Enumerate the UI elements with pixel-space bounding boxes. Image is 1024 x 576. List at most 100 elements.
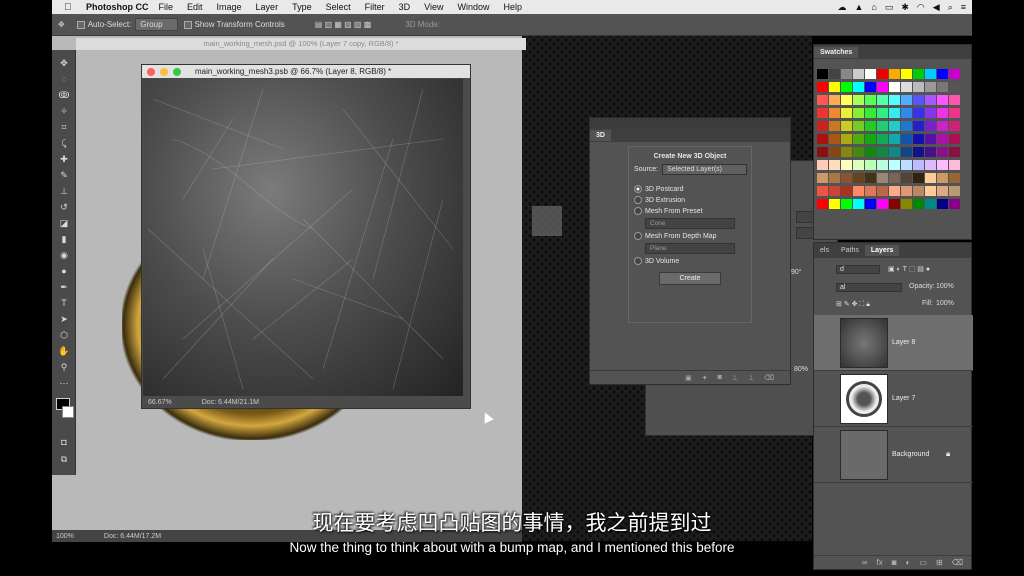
swatch[interactable] [913,82,924,92]
lasso-icon[interactable]: ↂ [56,88,72,102]
adjustment-icon[interactable]: ◐ [906,558,911,567]
swatch[interactable] [877,95,888,105]
swatch[interactable] [913,160,924,170]
swatch[interactable] [913,108,924,118]
swatch[interactable] [829,173,840,183]
swatch[interactable] [877,82,888,92]
swatch[interactable] [949,147,960,157]
blur-icon[interactable]: ◉ [56,248,72,262]
swatch[interactable] [949,199,960,209]
swatch[interactable] [925,69,936,79]
swatch[interactable] [841,199,852,209]
swatch[interactable] [841,134,852,144]
swatch[interactable] [949,121,960,131]
radio-3d-extrusion[interactable] [634,196,642,204]
type-icon[interactable]: T [56,296,72,310]
quick-mask-icon[interactable]: ◘ [56,435,72,449]
swatch[interactable] [901,173,912,183]
swatch[interactable] [853,147,864,157]
search-icon[interactable]: ⌕ [948,2,953,13]
tab-paths[interactable]: Paths [835,245,865,256]
swatch[interactable] [865,108,876,118]
layer-row-layer7[interactable]: Layer 7 [814,371,973,427]
option-mesh-from-preset[interactable]: Mesh From Preset [634,207,751,215]
swatch[interactable] [925,95,936,105]
swatch[interactable] [865,69,876,79]
swatch[interactable] [853,95,864,105]
export-icon[interactable]: ⊥ [748,374,754,382]
swatch[interactable] [937,108,948,118]
new-mesh-icon[interactable]: ▣ [685,374,692,382]
swatch[interactable] [937,121,948,131]
swatch[interactable] [817,121,828,131]
drive-icon[interactable]: ▲ [854,2,863,12]
history-brush-icon[interactable]: ↺ [56,200,72,214]
swatch[interactable] [913,186,924,196]
background-color-swatch[interactable] [62,406,74,418]
swatch[interactable] [841,69,852,79]
swatch[interactable] [913,173,924,183]
move-tool-icon[interactable]: ✥ [58,20,65,29]
angle-value[interactable]: 90° [791,269,802,276]
radio-3d-postcard[interactable] [634,185,642,193]
swatch[interactable] [889,95,900,105]
move-icon[interactable]: ✥ [56,56,72,70]
document-titlebar[interactable]: main_working_mesh3.psb @ 66.7% (Layer 8,… [142,65,470,78]
document-window[interactable]: main_working_mesh3.psb @ 66.7% (Layer 8,… [141,64,471,409]
swatch[interactable] [865,147,876,157]
swatch[interactable] [877,199,888,209]
stamp-icon[interactable]: ⊥ [56,184,72,198]
link-icon[interactable]: ∞ [862,558,868,567]
swatch[interactable] [865,134,876,144]
option-mesh-from-depth-map[interactable]: Mesh From Depth Map [634,232,751,240]
healing-icon[interactable]: ✚ [56,152,72,166]
swatch[interactable] [865,82,876,92]
swatch[interactable] [877,160,888,170]
swatch[interactable] [913,134,924,144]
swatch[interactable] [853,121,864,131]
minimize-window-icon[interactable] [160,67,168,76]
swatch[interactable] [841,186,852,196]
swatch[interactable] [913,199,924,209]
swatch[interactable] [853,199,864,209]
tab-swatches[interactable]: Swatches [814,46,859,58]
swatch[interactable] [853,82,864,92]
app-name-menu[interactable]: Photoshop CC [86,2,149,12]
menu-3d[interactable]: 3D [399,2,411,12]
swatch[interactable] [889,121,900,131]
swatch[interactable] [817,160,828,170]
swatch[interactable] [949,186,960,196]
layer-name[interactable]: Background [892,451,929,458]
kind-filter[interactable]: d [836,265,880,274]
layer-name[interactable]: Layer 7 [892,395,915,402]
3d-panel-header[interactable] [590,118,790,128]
swatch[interactable] [949,95,960,105]
swatch[interactable] [877,134,888,144]
bluetooth-icon[interactable]: ✱ [901,2,909,13]
eraser-icon[interactable]: ◪ [56,216,72,230]
create-button[interactable]: Create [659,272,721,285]
swatch[interactable] [829,199,840,209]
swatch[interactable] [889,134,900,144]
menu-filter[interactable]: Filter [365,2,385,12]
menu-layer[interactable]: Layer [256,2,279,12]
radio-3d-volume[interactable] [634,257,642,265]
swatch[interactable] [901,134,912,144]
brush-icon[interactable]: ✎ [56,168,72,182]
swatch[interactable] [817,186,828,196]
swatch[interactable] [877,121,888,131]
swatch[interactable] [949,134,960,144]
swatch[interactable] [949,82,960,92]
swatch[interactable] [817,95,828,105]
swatch[interactable] [913,69,924,79]
swatch[interactable] [937,82,948,92]
swatch[interactable] [841,121,852,131]
trash-icon[interactable]: ⌫ [764,374,774,382]
fill-value[interactable]: 100% [936,300,954,307]
swatch[interactable] [817,173,828,183]
swatch[interactable] [901,160,912,170]
swatch[interactable] [925,108,936,118]
camera-icon[interactable]: ◙ [718,374,722,381]
layer-name[interactable]: Layer 8 [892,339,915,346]
render-icon[interactable]: ⊥ [732,374,738,382]
